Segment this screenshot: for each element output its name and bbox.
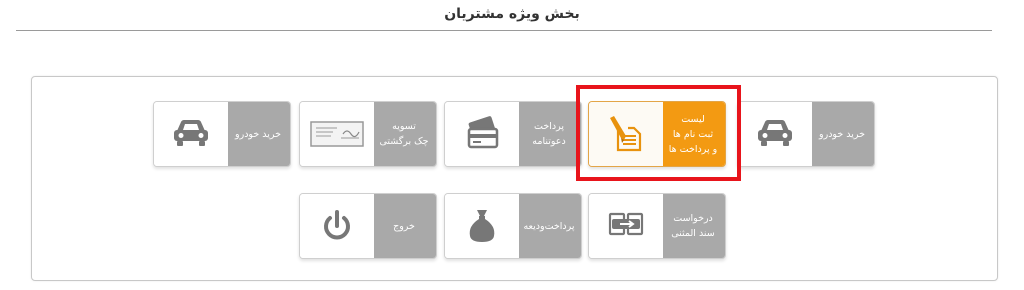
title-divider <box>16 30 992 31</box>
document-request-line1: درخواست <box>673 213 713 224</box>
logout-label: خروج <box>393 220 415 232</box>
invitation-payment-line1: پرداخت <box>534 121 564 132</box>
check-icon <box>310 121 364 147</box>
page-title: بخش ویژه مشتریان <box>444 6 580 22</box>
car-purchase-label: خرید خودرو <box>235 128 281 140</box>
document-request-line2: سند المثنی <box>671 228 715 239</box>
car-purchase-button-left[interactable]: خرید خودرو <box>153 101 291 167</box>
card-icon <box>467 116 499 149</box>
invitation-payment-button[interactable]: پرداخت دعوتنامه <box>444 101 582 167</box>
selection-highlight <box>576 85 741 181</box>
document-swap-icon <box>608 212 644 236</box>
money-bag-icon <box>469 210 495 242</box>
car-purchase-label: خرید خودرو <box>819 128 865 140</box>
car-purchase-button-right[interactable]: خرید خودرو <box>737 101 875 167</box>
returned-check-settlement-button[interactable]: تسویه چک برگشتی <box>299 101 437 167</box>
deposit-payment-label: پرداخت‌ودیعه <box>523 220 575 232</box>
duplicate-document-request-button[interactable]: درخواست سند المثنی <box>588 193 726 259</box>
power-icon <box>324 210 350 240</box>
returned-check-line1: تسویه <box>392 121 416 132</box>
logout-button[interactable]: خروج <box>299 193 437 259</box>
deposit-payment-button[interactable]: پرداخت‌ودیعه <box>444 193 582 259</box>
returned-check-line2: چک برگشتی <box>379 136 429 147</box>
car-icon <box>758 120 792 146</box>
invitation-payment-line2: دعوتنامه <box>532 136 566 147</box>
car-icon <box>174 120 208 146</box>
